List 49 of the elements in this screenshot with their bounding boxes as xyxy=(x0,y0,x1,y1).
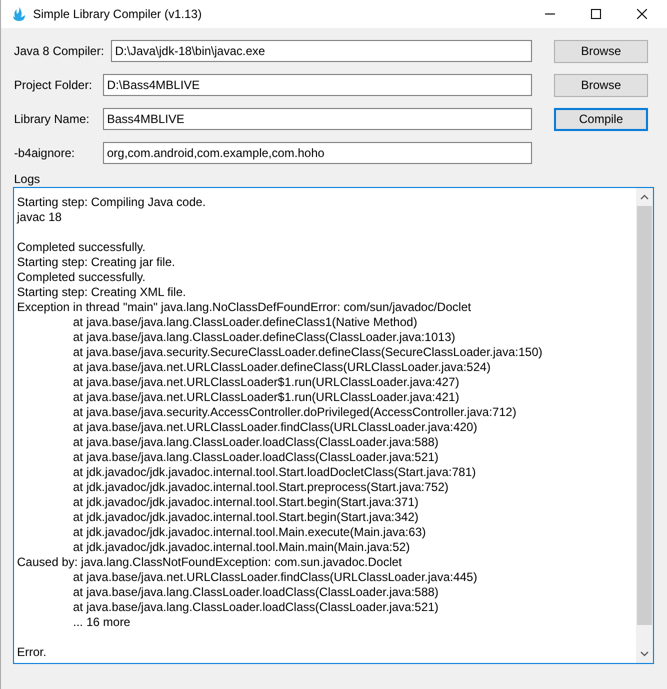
log-line: at jdk.javadoc/jdk.javadoc.internal.tool.Start.preprocess(Start.java:752) xyxy=(73,480,449,495)
text-field[interactable]: D:\Java\jdk-18\bin\javac.exe xyxy=(111,40,532,62)
log-line: at java.base/java.lang.ClassLoader.loadClass(ClassLoader.java:521) xyxy=(73,600,439,615)
close-icon xyxy=(637,9,647,19)
log-line: Starting step: Creating jar file. xyxy=(17,255,176,270)
logs-label: Logs xyxy=(14,172,42,186)
log-line: at jdk.javadoc/jdk.javadoc.internal.tool.Start.begin(Start.java:371) xyxy=(73,495,419,510)
field-label: Library Name: xyxy=(14,111,90,128)
browse-button[interactable]: Browse xyxy=(554,40,648,62)
log-line: javac 18 xyxy=(17,210,62,225)
log-line: at java.base/java.security.AccessController.doPrivileged(AccessController.java:712) xyxy=(73,405,516,420)
log-line: at jdk.javadoc/jdk.javadoc.internal.tool.Main.execute(Main.java:63) xyxy=(73,525,426,540)
log-line: Error. xyxy=(17,645,46,660)
log-line: at java.base/java.lang.ClassLoader.defineClass(ClassLoader.java:1013) xyxy=(73,330,456,345)
log-line: Exception in thread "main" java.lang.NoClassDefFoundError: com/sun/javadoc/Doclet xyxy=(17,300,472,315)
text-field[interactable]: D:\Bass4MBLIVE xyxy=(103,74,532,96)
window-title: Simple Library Compiler (v1.13) xyxy=(33,6,202,23)
compile-button[interactable]: Compile xyxy=(554,108,648,130)
log-line: at java.base/java.net.URLClassLoader$1.run(URLClassLoader.java:421) xyxy=(73,390,460,405)
text-field[interactable]: Bass4MBLIVE xyxy=(103,108,532,130)
text-field[interactable]: org,com.android,com.example,com.hoho xyxy=(103,142,532,164)
field-label: -b4aignore: xyxy=(14,145,76,162)
log-line: Completed successfully. xyxy=(17,240,146,255)
log-line: Completed successfully. xyxy=(17,270,146,285)
log-line: at java.base/java.net.URLClassLoader.findClass(URLClassLoader.java:420) xyxy=(73,420,478,435)
log-line: at jdk.javadoc/jdk.javadoc.internal.tool.Start.begin(Start.java:342) xyxy=(73,510,419,525)
scroll-down-icon[interactable] xyxy=(640,651,649,657)
log-line: Starting step: Creating XML file. xyxy=(17,285,186,300)
scroll-up-icon[interactable] xyxy=(640,194,649,200)
browse-button[interactable]: Browse xyxy=(554,74,648,96)
log-line: at java.base/java.lang.ClassLoader.loadClass(ClassLoader.java:588) xyxy=(73,585,439,600)
log-line: ... 16 more xyxy=(73,615,130,630)
log-line: at java.base/java.security.SecureClassLoader.defineClass(SecureClassLoader.java:150) xyxy=(73,345,542,360)
app-logo-icon xyxy=(11,6,27,22)
log-line: at java.base/java.lang.ClassLoader.loadClass(ClassLoader.java:588) xyxy=(73,435,439,450)
scrollbar[interactable] xyxy=(636,188,653,663)
log-line: Caused by: java.lang.ClassNotFoundException: com.sun.javadoc.Doclet xyxy=(17,555,402,570)
log-line: at java.base/java.net.URLClassLoader.findClass(URLClassLoader.java:445) xyxy=(73,570,478,585)
log-line: at jdk.javadoc/jdk.javadoc.internal.tool.Start.loadDocletClass(Start.java:781) xyxy=(73,465,476,480)
log-line: at java.base/java.lang.ClassLoader.defineClass1(Native Method) xyxy=(73,315,418,330)
field-label: Java 8 Compiler: xyxy=(14,43,103,60)
log-line: at java.base/java.lang.ClassLoader.loadClass(ClassLoader.java:521) xyxy=(73,450,439,465)
log-line: at jdk.javadoc/jdk.javadoc.internal.tool.Main.main(Main.java:52) xyxy=(73,540,410,555)
log-line: at java.base/java.net.URLClassLoader$1.run(URLClassLoader.java:427) xyxy=(73,375,460,390)
scroll-thumb[interactable] xyxy=(637,206,652,625)
field-label: Project Folder: xyxy=(14,77,94,94)
log-line: at java.base/java.net.URLClassLoader.defineClass(URLClassLoader.java:524) xyxy=(73,360,491,375)
maximize-icon xyxy=(591,9,601,19)
log-line: Starting step: Compiling Java code. xyxy=(17,195,206,210)
